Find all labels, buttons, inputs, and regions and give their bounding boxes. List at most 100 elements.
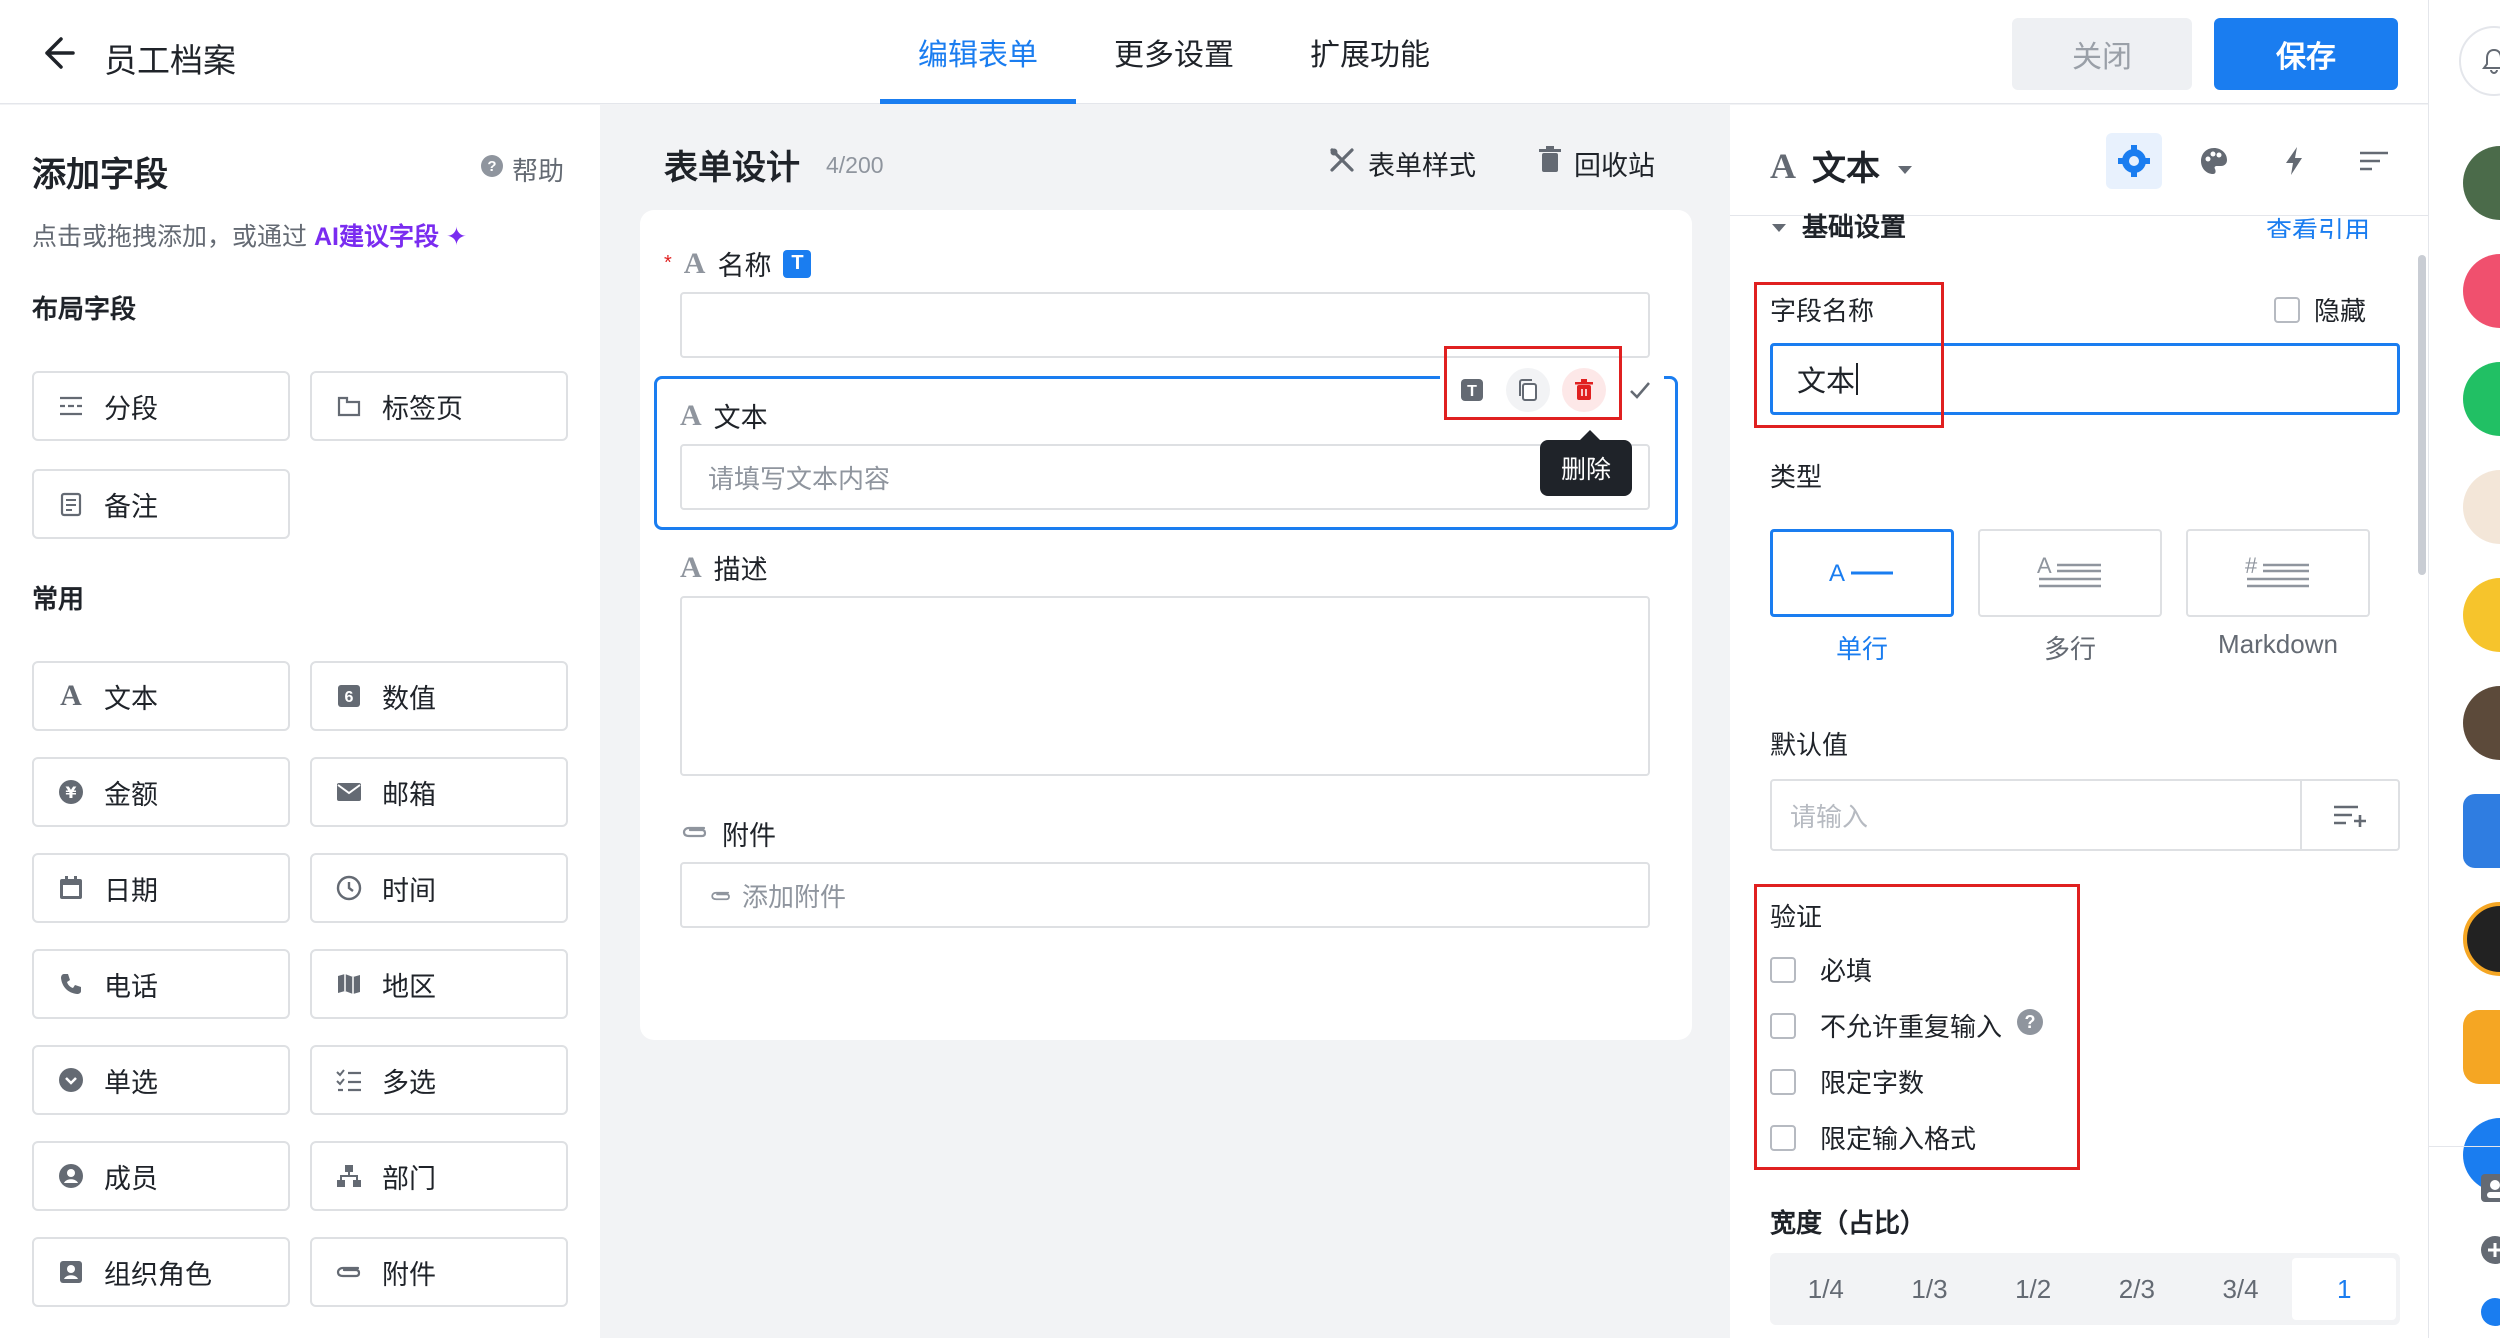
app-avatar-5[interactable] (2463, 794, 2500, 868)
calendar-app-icon[interactable] (2463, 254, 2500, 328)
field-button-label: 文本 (104, 683, 158, 714)
highlight-box-validation (1754, 884, 2080, 1170)
field-button-member[interactable]: 成员 (32, 1141, 290, 1211)
gear-icon[interactable] (2106, 133, 2162, 189)
help-icon: ? (480, 154, 504, 185)
field-button-phone[interactable]: 电话 (32, 949, 290, 1019)
section-title: 基础设置 (1802, 211, 1907, 240)
svg-text:A: A (2037, 553, 2052, 578)
svg-text:6: 6 (345, 689, 354, 706)
field-button-number[interactable]: 6 数值 (310, 661, 568, 731)
field-button-date[interactable]: 日期 (32, 853, 290, 923)
field-button-note[interactable]: 备注 (32, 469, 290, 539)
field-label-attachment[interactable]: 附件 (680, 814, 776, 853)
field-button-label: 附件 (382, 1259, 436, 1290)
view-references-link[interactable]: 查看引用 (2266, 211, 2370, 239)
contacts-icon[interactable] (2477, 1170, 2500, 1206)
basic-settings-section[interactable]: 基础设置 (1770, 211, 1906, 239)
hidden-checkbox[interactable] (2274, 296, 2300, 323)
panel-scrollbar[interactable] (2418, 255, 2426, 575)
help-link[interactable]: ? 帮助 (480, 151, 564, 188)
hidden-toggle[interactable]: 隐藏 (2274, 291, 2366, 328)
tab-extensions[interactable]: 扩展功能 (1272, 0, 1468, 104)
back-arrow-icon[interactable] (34, 30, 80, 76)
app-avatar-6[interactable] (2463, 902, 2500, 976)
checklist-icon (334, 1065, 364, 1095)
field-button-label: 金额 (104, 779, 158, 810)
apps-grid-icon[interactable] (2463, 1010, 2500, 1084)
field-button-section[interactable]: 分段 (32, 371, 290, 441)
width-option-1-4[interactable]: 1/4 (1774, 1258, 1878, 1320)
chat-add-icon[interactable] (2477, 1232, 2500, 1268)
attachment-small-icon (708, 880, 734, 911)
add-attachment-input[interactable]: 添加附件 (680, 862, 1650, 928)
app-avatar-1[interactable] (2463, 146, 2500, 220)
field-button-currency[interactable]: ¥ 金额 (32, 757, 290, 827)
field-button-label: 日期 (104, 875, 158, 906)
field-label-text-field[interactable]: A 文本 (680, 396, 768, 435)
section-title-layout: 布局字段 (32, 294, 137, 324)
field-button-text[interactable]: A 文本 (32, 661, 290, 731)
width-option-1-2[interactable]: 1/2 (1981, 1258, 2085, 1320)
app-avatar-3[interactable] (2463, 578, 2500, 652)
field-button-single-select[interactable]: 单选 (32, 1045, 290, 1115)
field-button-attachment[interactable]: 附件 (310, 1237, 568, 1307)
field-label-text: 描述 (713, 555, 768, 585)
bell-icon[interactable] (2459, 26, 2500, 96)
default-value-input[interactable]: 请输入 (1770, 779, 2302, 851)
field-button-region[interactable]: 地区 (310, 949, 568, 1019)
field-label-name[interactable]: * A 名称 T (664, 244, 812, 283)
phone-icon (56, 969, 86, 999)
field-label-text: 名称 (717, 251, 772, 281)
field-label-description[interactable]: A 描述 (680, 548, 768, 587)
tab-page-icon (334, 391, 364, 421)
tab-edit-form[interactable]: 编辑表单 (880, 0, 1076, 104)
tab-more-settings[interactable]: 更多设置 (1076, 0, 1272, 104)
field-library-panel: 添加字段 ? 帮助 点击或拖拽添加，或通过 AI建议字段 ✦ 布局字段 分段 标… (0, 105, 600, 1338)
field-button-label: 地区 (382, 971, 436, 1002)
field-type-selector[interactable]: A 文本 (1770, 141, 1914, 190)
attachment-icon (334, 1257, 364, 1287)
list-add-icon[interactable] (2300, 779, 2400, 851)
app-title: 员工档案 (104, 42, 236, 79)
recycle-bin-button[interactable]: 回收站 (1538, 144, 1655, 183)
ai-suggest-link[interactable]: AI建议字段 (314, 223, 439, 251)
form-style-button[interactable]: 表单样式 (1328, 144, 1476, 183)
palette-icon[interactable] (2186, 133, 2242, 189)
app-avatar-4[interactable] (2463, 686, 2500, 760)
width-option-3-4[interactable]: 3/4 (2189, 1258, 2293, 1320)
width-option-full[interactable]: 1 (2292, 1258, 2397, 1320)
caret-down-icon (1770, 211, 1788, 239)
text-field-input[interactable]: 请填写文本内容 (680, 444, 1650, 510)
add-attachment-label: 添加附件 (742, 881, 847, 912)
width-option-1-3[interactable]: 1/3 (1878, 1258, 1982, 1320)
description-textarea[interactable] (680, 596, 1650, 776)
field-button-department[interactable]: 部门 (310, 1141, 568, 1211)
field-button-multi-select[interactable]: 多选 (310, 1045, 568, 1115)
sort-lines-icon[interactable] (2346, 133, 2402, 189)
field-button-label: 部门 (382, 1163, 436, 1194)
save-button[interactable]: 保存 (2214, 18, 2398, 90)
tools-icon (1328, 146, 1356, 181)
close-button[interactable]: 关闭 (2012, 18, 2192, 90)
field-button-org-role[interactable]: 组织角色 (32, 1237, 290, 1307)
field-button-tab-page[interactable]: 标签页 (310, 371, 568, 441)
width-option-2-3[interactable]: 2/3 (2085, 1258, 2189, 1320)
field-button-time[interactable]: 时间 (310, 853, 568, 923)
type-single-line[interactable]: A (1770, 529, 1954, 617)
check-app-icon[interactable] (2463, 362, 2500, 436)
type-markdown[interactable]: # (2186, 529, 2370, 617)
app-dock (2428, 0, 2500, 1338)
calendar-icon (56, 873, 86, 903)
lightning-icon[interactable] (2266, 133, 2322, 189)
bottom-dock-icon[interactable] (2477, 1294, 2500, 1330)
text-type-icon: A (683, 246, 706, 280)
app-avatar-2[interactable] (2463, 470, 2500, 544)
field-button-label: 备注 (104, 491, 158, 522)
svg-text:¥: ¥ (65, 783, 76, 802)
member-icon (56, 1161, 86, 1191)
confirm-check-icon[interactable] (1618, 368, 1662, 412)
svg-text:A: A (1829, 560, 1845, 587)
type-multi-line[interactable]: A (1978, 529, 2162, 617)
field-button-mail[interactable]: 邮箱 (310, 757, 568, 827)
